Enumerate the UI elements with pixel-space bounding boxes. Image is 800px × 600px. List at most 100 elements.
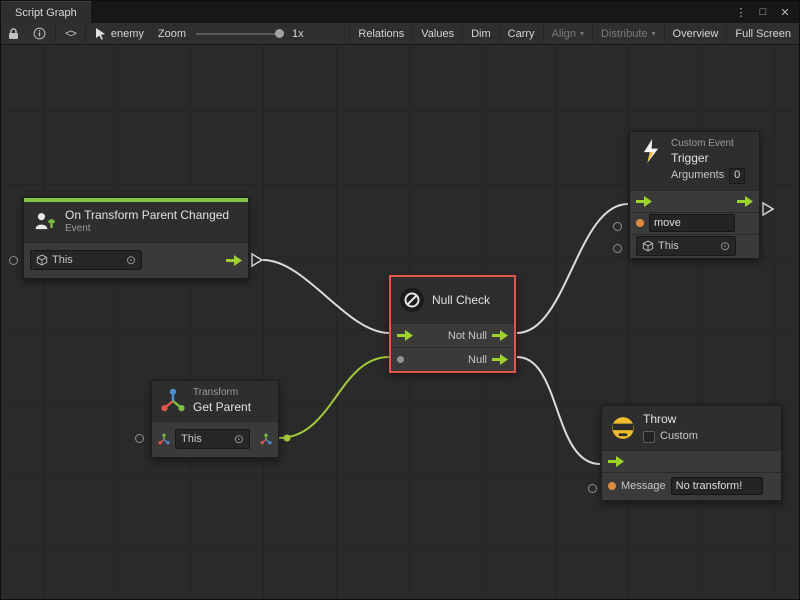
node-subtitle: Event xyxy=(65,223,229,236)
graph-name-item[interactable]: enemy xyxy=(88,23,151,44)
info-button[interactable] xyxy=(26,23,53,44)
wire-notnull-to-trigger[interactable] xyxy=(517,204,628,333)
node-title: Get Parent xyxy=(193,400,251,415)
tab-script-graph[interactable]: Script Graph xyxy=(1,1,91,23)
window-maximize-button[interactable]: □ xyxy=(755,4,771,20)
dim-label: Dim xyxy=(471,28,491,40)
transform-output-port[interactable] xyxy=(260,433,272,446)
node-row: This ⊙ xyxy=(152,421,278,457)
info-icon xyxy=(33,27,46,40)
transform-input-port[interactable] xyxy=(158,433,170,446)
arguments-count-field[interactable]: 0 xyxy=(729,168,745,184)
node-row xyxy=(602,450,781,472)
throw-icon xyxy=(610,415,636,441)
carry-label: Carry xyxy=(508,28,535,40)
lock-icon xyxy=(8,28,19,40)
values-label: Values xyxy=(421,28,454,40)
align-button[interactable]: Align ▾ xyxy=(543,23,592,44)
custom-label: Custom xyxy=(660,430,698,444)
node-row: Not Null xyxy=(391,323,514,347)
message-input[interactable] xyxy=(671,477,763,495)
align-label: Align xyxy=(552,28,576,40)
wire-event-to-nullcheck[interactable] xyxy=(263,260,389,333)
node-header: Throw Custom xyxy=(602,406,781,450)
dim-button[interactable]: Dim xyxy=(462,23,499,44)
transform-icon xyxy=(160,388,186,414)
edit-script-button[interactable]: <> xyxy=(58,23,83,44)
zoom-control: Zoom 1x xyxy=(151,23,311,44)
node-throw[interactable]: Throw Custom Message xyxy=(601,405,782,501)
transform-parent-changed-icon xyxy=(32,209,58,235)
zoom-label: Zoom xyxy=(158,28,186,40)
node-row xyxy=(630,190,759,212)
value-input-port[interactable] xyxy=(613,244,622,253)
lock-button[interactable] xyxy=(1,23,26,44)
distribute-button[interactable]: Distribute ▾ xyxy=(592,23,663,44)
control-output-port[interactable] xyxy=(492,330,508,341)
value-input-port[interactable] xyxy=(135,434,144,443)
this-value: This xyxy=(658,240,679,252)
window-close-button[interactable]: ✕ xyxy=(777,4,793,20)
control-input-port[interactable] xyxy=(608,456,624,467)
output-arrow-indicator[interactable] xyxy=(252,254,262,266)
control-output-port[interactable] xyxy=(492,354,508,365)
window-controls: ⋮ □ ✕ xyxy=(733,1,799,23)
node-get-parent[interactable]: Transform Get Parent This ⊙ xyxy=(151,380,279,458)
this-value: This xyxy=(52,254,73,266)
control-input-port[interactable] xyxy=(636,196,652,207)
close-icon: ✕ xyxy=(780,6,789,19)
full-screen-button[interactable]: Full Screen xyxy=(726,23,799,44)
output-arrow-indicator[interactable] xyxy=(763,203,773,215)
arguments-label: Arguments xyxy=(671,169,724,183)
node-title: Throw xyxy=(643,412,698,427)
carry-button[interactable]: Carry xyxy=(499,23,543,44)
zoom-slider-handle[interactable] xyxy=(275,29,284,38)
target-picker-icon[interactable]: ⊙ xyxy=(720,239,730,253)
distribute-label: Distribute xyxy=(601,28,647,40)
this-dropdown[interactable]: This ⊙ xyxy=(636,236,736,256)
cube-icon xyxy=(36,254,48,266)
node-header: Null Check xyxy=(391,277,514,323)
chevron-down-icon: ▾ xyxy=(652,29,656,38)
string-input-port[interactable] xyxy=(636,219,644,227)
wire-null-to-throw[interactable] xyxy=(517,357,600,464)
value-input-port[interactable] xyxy=(588,484,597,493)
node-header-text: Transform Get Parent xyxy=(193,387,251,415)
control-output-port[interactable] xyxy=(226,255,242,266)
value-input-port[interactable] xyxy=(9,256,18,265)
this-value: This xyxy=(181,433,202,445)
target-picker-icon[interactable]: ⊙ xyxy=(234,432,244,446)
pointer-icon xyxy=(95,27,106,40)
relations-button[interactable]: Relations xyxy=(349,23,412,44)
this-dropdown[interactable]: This ⊙ xyxy=(30,250,142,270)
zoom-slider[interactable] xyxy=(196,33,280,35)
value-input-port[interactable] xyxy=(613,222,622,231)
node-trigger-custom-event[interactable]: Custom Event Trigger Arguments 0 xyxy=(629,131,760,259)
value-input-port[interactable] xyxy=(397,356,404,363)
relations-label: Relations xyxy=(358,28,404,40)
wire-getparent-to-nullcheck[interactable] xyxy=(279,357,389,438)
node-title: On Transform Parent Changed xyxy=(65,208,229,223)
custom-checkbox[interactable] xyxy=(643,431,655,443)
event-name-input[interactable] xyxy=(649,214,735,232)
overview-button[interactable]: Overview xyxy=(664,23,727,44)
control-input-port[interactable] xyxy=(397,330,413,341)
kebab-menu-icon: ⋮ xyxy=(736,6,747,19)
node-category: Transform xyxy=(193,387,251,400)
full-screen-label: Full Screen xyxy=(735,28,791,40)
graph-name-label: enemy xyxy=(111,28,144,40)
node-header: On Transform Parent Changed Event xyxy=(24,202,248,242)
window-menu-button[interactable]: ⋮ xyxy=(733,4,749,20)
node-on-transform-parent-changed[interactable]: On Transform Parent Changed Event This ⊙ xyxy=(23,197,249,279)
toolbar-separator xyxy=(55,26,56,41)
string-input-port[interactable] xyxy=(608,482,616,490)
tab-bar-spacer xyxy=(91,1,733,23)
graph-toolbar: <> enemy Zoom 1x Relations Values Dim Ca… xyxy=(1,23,799,45)
this-dropdown[interactable]: This ⊙ xyxy=(175,429,250,449)
target-picker-icon[interactable]: ⊙ xyxy=(126,253,136,267)
node-null-check[interactable]: Null Check Not Null Null xyxy=(389,275,516,373)
values-button[interactable]: Values xyxy=(412,23,462,44)
graph-canvas[interactable]: On Transform Parent Changed Event This ⊙ xyxy=(1,45,799,599)
node-row: Null xyxy=(391,347,514,371)
control-output-port[interactable] xyxy=(737,196,753,207)
